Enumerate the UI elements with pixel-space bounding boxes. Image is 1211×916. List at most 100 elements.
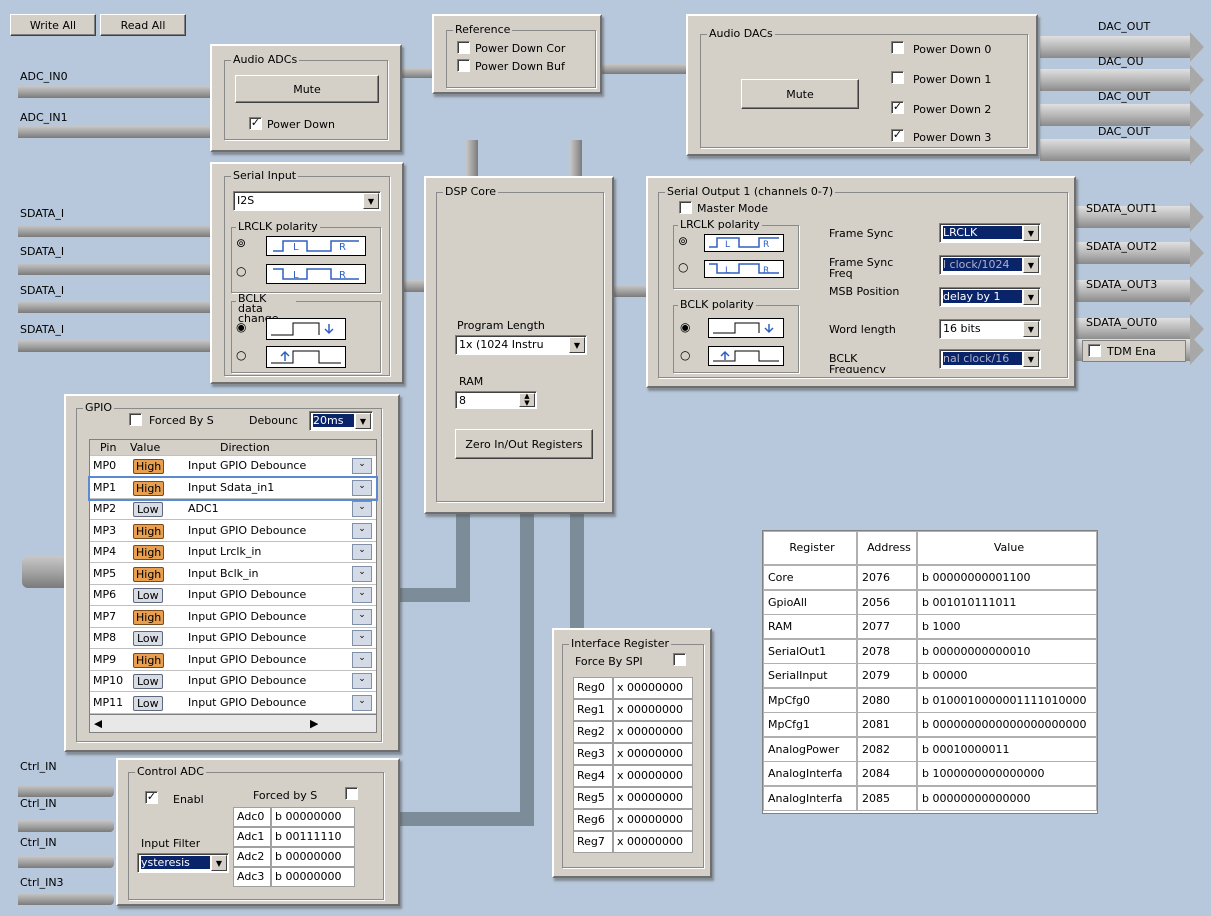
zero-registers-button[interactable]: Zero In/Out Registers: [455, 429, 593, 459]
register-cell[interactable]: b 0000000000000000000000: [917, 712, 1097, 737]
debounce-select[interactable]: 20ms ▼: [309, 411, 373, 431]
reg-value-cell[interactable]: x 00000000: [613, 677, 693, 699]
chevron-down-icon[interactable]: ▼: [1023, 257, 1039, 273]
gpio-direction[interactable]: Input GPIO Debounce: [188, 610, 306, 623]
radio-icon[interactable]: ○: [236, 348, 246, 362]
register-cell[interactable]: b 001010111011: [917, 589, 1097, 615]
chevron-down-icon[interactable]: ⌄: [352, 630, 372, 646]
register-cell[interactable]: b 1000: [917, 614, 1097, 639]
gpio-value-badge[interactable]: Low: [133, 588, 163, 603]
gpio-direction[interactable]: Input GPIO Debounce: [188, 459, 306, 472]
gpio-direction[interactable]: Input GPIO Debounce: [188, 588, 306, 601]
register-cell[interactable]: b 0100010000001111010000: [917, 687, 1097, 713]
reg-value-cell[interactable]: x 00000000: [613, 787, 693, 809]
gpio-direction[interactable]: Input GPIO Debounce: [188, 524, 306, 537]
chevron-down-icon[interactable]: ⌄: [352, 458, 372, 474]
gpio-value-badge[interactable]: Low: [133, 631, 163, 646]
gpio-direction[interactable]: Input Lrclk_in: [188, 545, 261, 558]
write-all-button[interactable]: Write All: [10, 14, 96, 36]
reg-value-cell[interactable]: x 00000000: [613, 699, 693, 721]
chevron-down-icon[interactable]: ▼: [1023, 289, 1039, 305]
radio-icon[interactable]: ○: [678, 260, 688, 274]
register-cell[interactable]: b 1000000000000000: [917, 761, 1097, 786]
radio-icon[interactable]: ○: [680, 348, 690, 362]
gpio-value-badge[interactable]: High: [133, 459, 165, 474]
dac-power-down-2-checkbox[interactable]: ✓: [891, 101, 904, 114]
horizontal-scrollbar[interactable]: ◀ ▶: [90, 714, 376, 732]
ram-spinner[interactable]: 8 ▲ ▼: [455, 391, 537, 409]
force-by-spi-checkbox[interactable]: [673, 653, 686, 666]
chevron-down-icon[interactable]: ▼: [355, 413, 371, 429]
chevron-down-icon[interactable]: ⌄: [352, 608, 372, 625]
reg-value-cell[interactable]: x 00000000: [613, 765, 693, 787]
control-adc-enable-checkbox[interactable]: ✓: [145, 791, 158, 804]
chevron-down-icon[interactable]: ⌄: [352, 651, 372, 668]
reg-value-cell[interactable]: x 00000000: [613, 721, 693, 743]
reg-value-cell[interactable]: x 00000000: [613, 743, 693, 765]
scroll-left-icon[interactable]: ◀: [94, 717, 102, 730]
dac-power-down-0-checkbox[interactable]: [891, 41, 904, 54]
chevron-down-icon[interactable]: ▼: [1023, 321, 1039, 337]
gpio-direction[interactable]: ADC1: [188, 502, 219, 515]
radio-icon[interactable]: ⊚: [236, 236, 246, 250]
register-cell[interactable]: b 00000000000010: [917, 638, 1097, 664]
gpio-value-badge[interactable]: High: [133, 566, 165, 582]
chevron-down-icon[interactable]: ▼: [569, 337, 585, 353]
adc-power-down-checkbox[interactable]: ✓: [249, 117, 262, 130]
chevron-down-icon[interactable]: ⌄: [352, 565, 372, 582]
chevron-down-icon[interactable]: ▼: [1023, 351, 1039, 367]
adc-mute-button[interactable]: Mute: [235, 75, 379, 103]
dac-mute-button[interactable]: Mute: [741, 79, 859, 109]
chevron-down-icon[interactable]: ⌄: [352, 501, 372, 517]
chevron-down-icon[interactable]: ⌄: [352, 544, 372, 560]
gpio-value-badge[interactable]: High: [133, 652, 165, 668]
gpio-value-badge[interactable]: Low: [133, 502, 163, 517]
frame-sync-freq-select[interactable]: l clock/1024 ▼: [939, 255, 1041, 275]
register-cell[interactable]: b 00000: [917, 663, 1097, 688]
ref-power-down-cor-checkbox[interactable]: [457, 41, 470, 54]
gpio-value-badge[interactable]: High: [133, 480, 165, 496]
register-cell[interactable]: b 00000000001100: [917, 565, 1097, 590]
bclk-frequency-select[interactable]: nal clock/16 ▼: [939, 349, 1041, 369]
input-filter-select[interactable]: ysteresis ▼: [137, 853, 229, 873]
msb-position-select[interactable]: delay by 1 ▼: [939, 287, 1041, 307]
chevron-down-icon[interactable]: ⌄: [352, 479, 372, 496]
register-cell[interactable]: b 00000000000000: [917, 785, 1097, 811]
gpio-forced-checkbox[interactable]: [129, 413, 142, 426]
gpio-value-badge[interactable]: Low: [133, 674, 163, 689]
chevron-down-icon[interactable]: ▼: [211, 855, 227, 871]
radio-icon[interactable]: ○: [236, 264, 246, 278]
dac-power-down-1-checkbox[interactable]: [891, 71, 904, 84]
gpio-direction[interactable]: Input GPIO Debounce: [188, 696, 306, 709]
reg-value-cell[interactable]: x 00000000: [613, 831, 693, 853]
gpio-value-badge[interactable]: Low: [133, 695, 163, 711]
radio-icon[interactable]: ◉: [680, 320, 690, 334]
ref-power-down-buf-checkbox[interactable]: [457, 59, 470, 72]
gpio-value-badge[interactable]: High: [133, 545, 165, 560]
radio-icon[interactable]: ⊚: [678, 234, 688, 248]
gpio-direction[interactable]: Input GPIO Debounce: [188, 653, 306, 666]
serial-format-select[interactable]: I2S ▼: [233, 191, 381, 211]
read-all-button[interactable]: Read All: [100, 14, 186, 36]
radio-icon[interactable]: ◉: [236, 320, 246, 334]
dac-power-down-3-checkbox[interactable]: ✓: [891, 129, 904, 142]
master-mode-checkbox[interactable]: [679, 201, 692, 214]
chevron-down-icon[interactable]: ⌄: [352, 694, 372, 711]
gpio-value-badge[interactable]: High: [133, 609, 165, 625]
chevron-down-icon[interactable]: ⌄: [352, 522, 372, 539]
gpio-direction[interactable]: Input Bclk_in: [188, 567, 259, 580]
gpio-direction[interactable]: Input Sdata_in1: [188, 481, 274, 494]
gpio-direction[interactable]: Input GPIO Debounce: [188, 631, 306, 644]
word-length-select[interactable]: 16 bits ▼: [939, 319, 1041, 339]
program-length-select[interactable]: 1x (1024 Instru ▼: [455, 335, 587, 355]
register-cell[interactable]: b 00010000011: [917, 736, 1097, 762]
chevron-down-icon[interactable]: ⌄: [352, 587, 372, 603]
scroll-right-icon[interactable]: ▶: [310, 717, 318, 730]
spinner-arrows-icon[interactable]: ▲ ▼: [519, 393, 535, 407]
reg-value-cell[interactable]: x 00000000: [613, 809, 693, 831]
gpio-direction[interactable]: Input GPIO Debounce: [188, 674, 306, 687]
chevron-down-icon[interactable]: ▼: [1023, 225, 1039, 241]
chevron-down-icon[interactable]: ▼: [363, 193, 379, 209]
control-adc-forced-checkbox[interactable]: [345, 787, 358, 800]
gpio-value-badge[interactable]: High: [133, 523, 165, 539]
